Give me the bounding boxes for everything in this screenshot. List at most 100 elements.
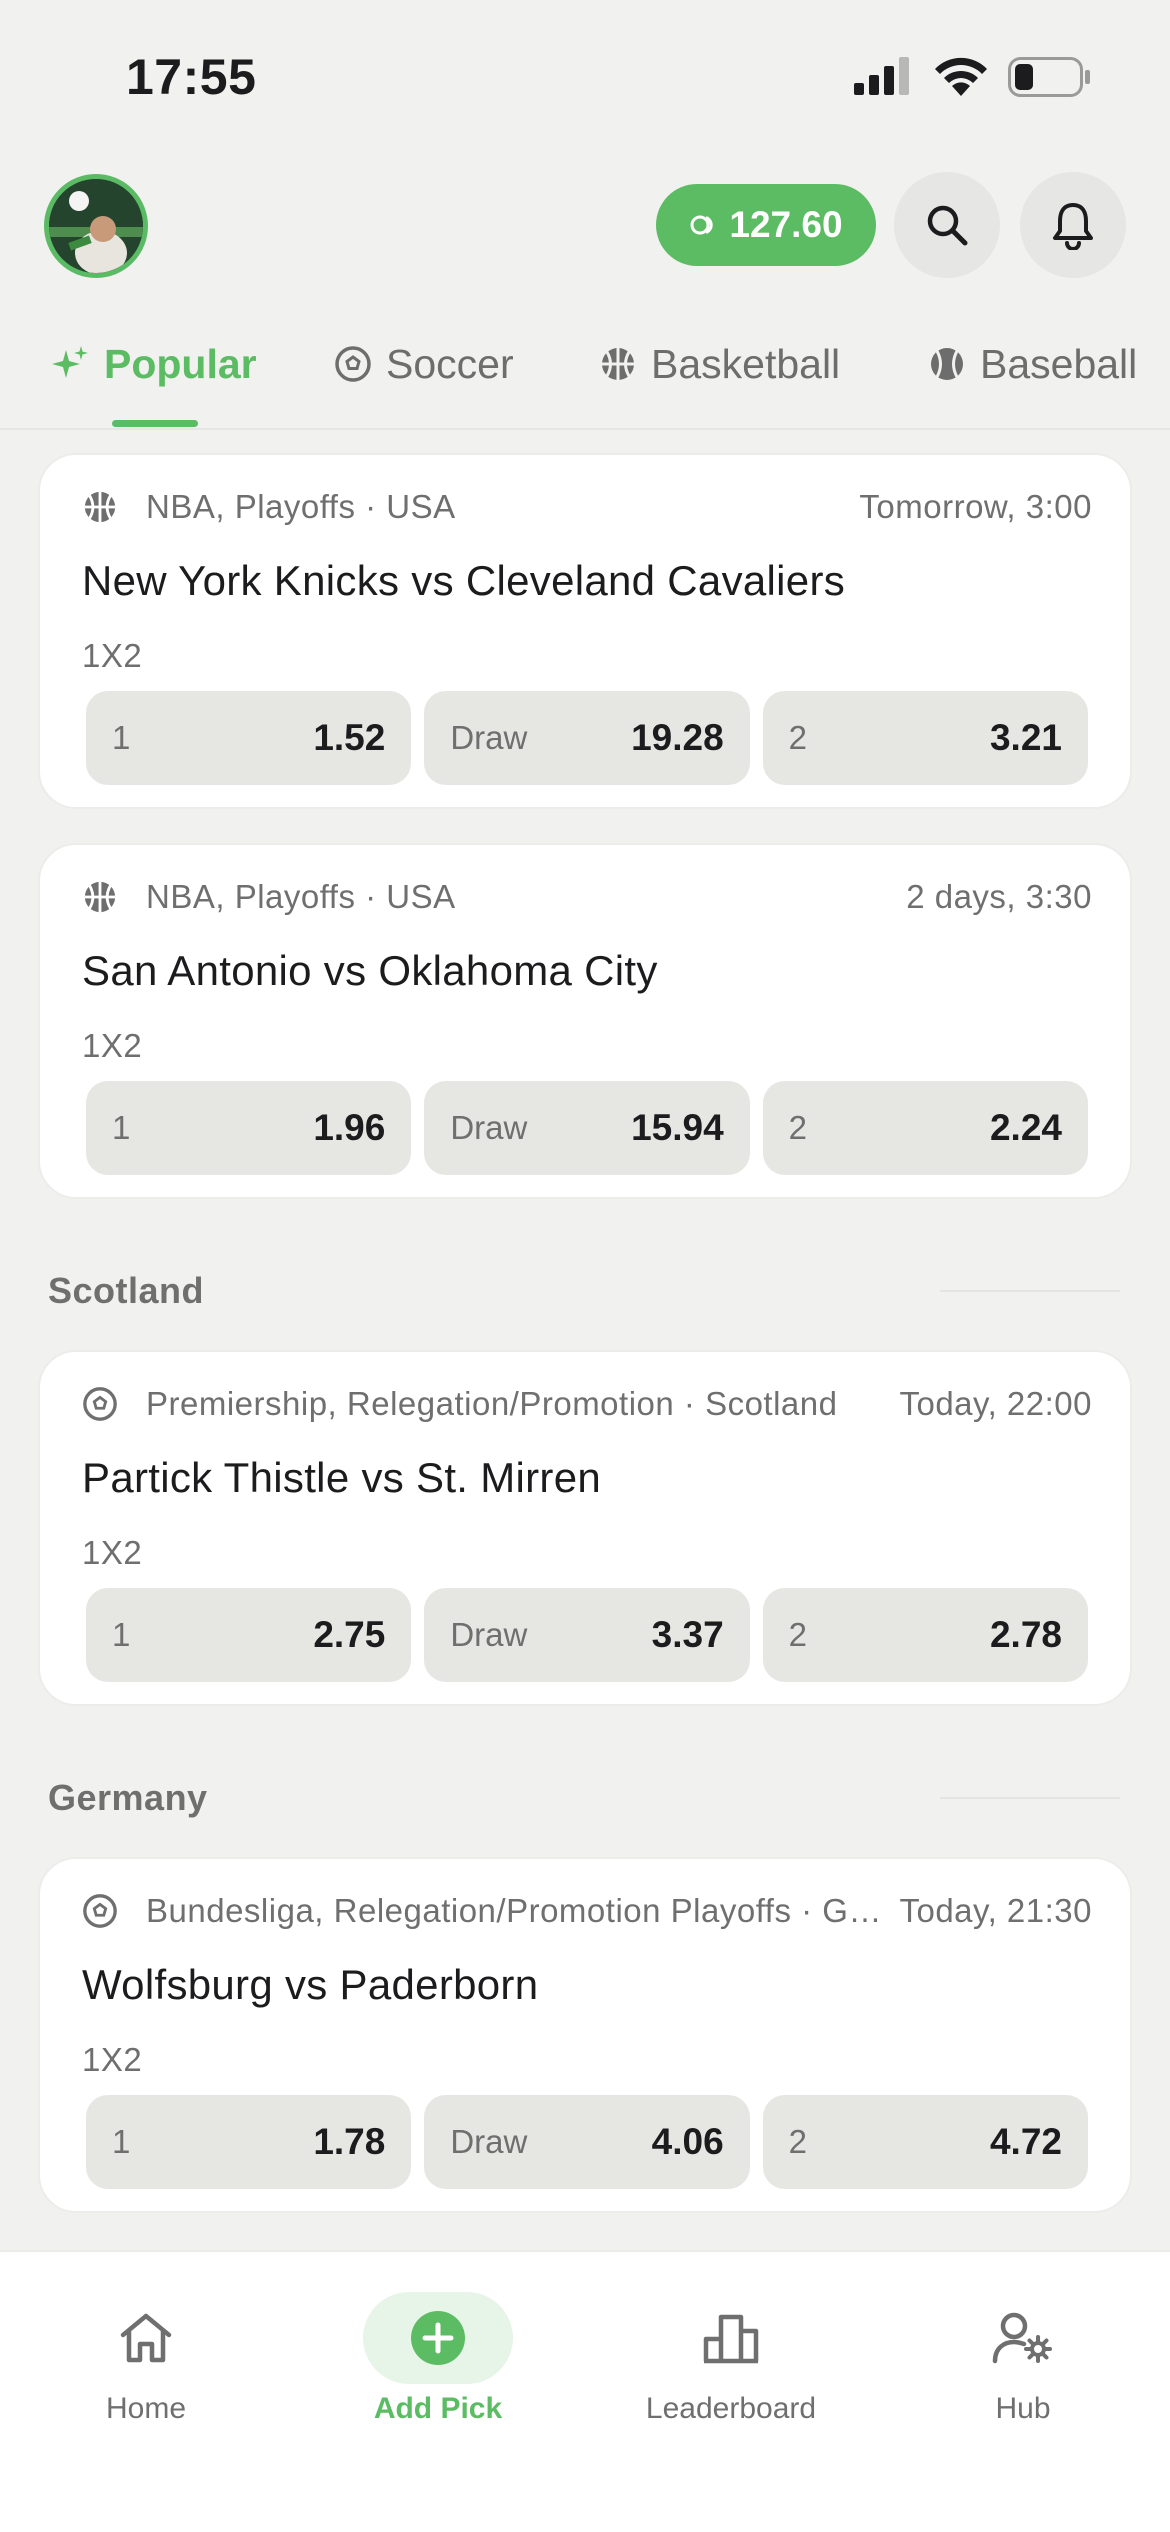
nav-hub[interactable]: Hub [877, 2252, 1169, 2432]
odds-button-home[interactable]: 1 2.75 [86, 1588, 412, 1682]
match-time: 2 days, 3:30 [906, 878, 1092, 915]
odds-label: 1 [112, 2123, 131, 2160]
league-name: NBA, Playoffs · USA [146, 878, 456, 915]
odds-value: 1.52 [313, 717, 386, 758]
baseball-icon [931, 348, 963, 380]
nav-add-pick[interactable]: Add Pick [292, 2252, 584, 2432]
user-settings-icon [992, 2312, 1052, 2364]
match-card[interactable]: Bundesliga, Relegation/Promotion Playoff… [38, 1857, 1132, 2213]
odds-label: 2 [788, 1109, 808, 1146]
odds-label: 2 [788, 2123, 808, 2160]
nav-label: Add Pick [373, 2392, 503, 2425]
notifications-button[interactable] [1020, 172, 1126, 278]
add-circle-icon [411, 2311, 465, 2365]
match-title: New York Knicks vs Cleveland Cavaliers [82, 557, 846, 604]
match-card[interactable]: NBA, Playoffs · USA Tomorrow, 3:00 New Y… [38, 453, 1132, 809]
league-name: Premiership, Relegation/Promotion · Scot… [146, 1385, 838, 1422]
nav-icon-wrap [656, 2292, 806, 2384]
bell-icon [1053, 203, 1093, 250]
odds-label: Draw [450, 2123, 528, 2160]
home-icon [120, 2313, 172, 2363]
odds-button-draw[interactable]: Draw 4.06 [424, 2095, 750, 2189]
soccer-ball-icon [83, 1894, 117, 1928]
odds-row: 1 1.78 Draw 4.06 2 4.72 [86, 2095, 1088, 2189]
section-title: Scotland [48, 1270, 205, 1311]
odds-label: Draw [450, 1616, 528, 1653]
status-time: 17:55 [126, 49, 257, 105]
search-button[interactable] [894, 172, 1000, 278]
odds-row: 1 1.96 Draw 15.94 2 2.24 [86, 1081, 1088, 1175]
nav-label: Home [105, 2392, 187, 2425]
tab-baseball[interactable]: Baseball [928, 334, 1137, 394]
odds-value: 1.78 [313, 2121, 386, 2162]
match-title: San Antonio vs Oklahoma City [82, 947, 658, 994]
odds-button-away[interactable]: 2 2.78 [762, 1588, 1088, 1682]
tab-label: Baseball [980, 340, 1138, 387]
nav-icon-wrap [363, 2292, 513, 2384]
odds-button-draw[interactable]: Draw 15.94 [424, 1081, 750, 1175]
match-title: Partick Thistle vs St. Mirren [82, 1454, 602, 1501]
odds-value: 1.96 [313, 1107, 386, 1148]
match-meta: NBA, Playoffs · USA 2 days, 3:30 [82, 875, 1092, 919]
match-time: Today, 22:00 [899, 1385, 1092, 1422]
odds-row: 1 1.52 Draw 19.28 2 3.21 [86, 691, 1088, 785]
nav-label: Leaderboard [645, 2392, 817, 2425]
odds-button-home[interactable]: 1 1.78 [86, 2095, 412, 2189]
match-meta: Premiership, Relegation/Promotion · Scot… [82, 1382, 1092, 1426]
odds-value: 4.72 [989, 2121, 1062, 2162]
odds-label: 1 [112, 719, 131, 756]
match-card[interactable]: NBA, Playoffs · USA 2 days, 3:30 San Ant… [38, 843, 1132, 1199]
tab-soccer[interactable]: Soccer [334, 334, 514, 394]
odds-button-home[interactable]: 1 1.52 [86, 691, 412, 785]
divider [940, 1797, 1120, 1799]
leaderboard-icon [703, 2314, 759, 2364]
odds-button-away[interactable]: 2 4.72 [762, 2095, 1088, 2189]
match-title: Wolfsburg vs Paderborn [82, 1961, 539, 2008]
odds-value: 19.28 [631, 717, 724, 758]
search-icon [927, 205, 968, 246]
nav-icon-wrap [71, 2292, 221, 2384]
tab-popular[interactable]: Popular [50, 334, 257, 394]
league-name: NBA, Playoffs · USA [146, 488, 456, 525]
league-name: Bundesliga, Relegation/Promotion Playoff… [146, 1892, 900, 1929]
odds-label: 2 [788, 719, 808, 756]
tab-label: Popular [104, 340, 257, 387]
wifi-icon [935, 57, 987, 96]
soccer-ball-icon [83, 1387, 117, 1421]
odds-row: 1 2.75 Draw 3.37 2 2.78 [86, 1588, 1088, 1682]
odds-button-away[interactable]: 2 3.21 [762, 691, 1088, 785]
divider [940, 1290, 1120, 1292]
sport-tabs: Popular Soccer Basketball Baseball [0, 300, 1170, 430]
odds-value: 3.21 [989, 717, 1062, 758]
odds-value: 15.94 [631, 1107, 724, 1148]
odds-button-away[interactable]: 2 2.24 [762, 1081, 1088, 1175]
odds-value: 3.37 [651, 1614, 724, 1655]
odds-button-draw[interactable]: Draw 19.28 [424, 691, 750, 785]
section-title: Germany [48, 1777, 208, 1818]
nav-home[interactable]: Home [0, 2252, 292, 2432]
odds-value: 4.06 [651, 2121, 724, 2162]
market-label: 1X2 [82, 1027, 143, 1064]
odds-button-draw[interactable]: Draw 3.37 [424, 1588, 750, 1682]
match-card[interactable]: Premiership, Relegation/Promotion · Scot… [38, 1350, 1132, 1706]
balance-amount: 127.60 [729, 204, 843, 245]
odds-value: 2.75 [313, 1614, 386, 1655]
basketball-icon [84, 881, 116, 913]
market-label: 1X2 [82, 1534, 143, 1571]
match-meta: Bundesliga, Relegation/Promotion Playoff… [82, 1889, 1092, 1933]
avatar[interactable] [44, 174, 148, 278]
tab-basketball[interactable]: Basketball [599, 334, 840, 394]
match-time: Tomorrow, 3:00 [859, 488, 1092, 525]
nav-icon-wrap [948, 2292, 1098, 2384]
balance-button[interactable]: 127.60 [656, 184, 876, 266]
odds-button-home[interactable]: 1 1.96 [86, 1081, 412, 1175]
tab-label: Soccer [386, 340, 514, 387]
odds-label: Draw [450, 1109, 528, 1146]
match-time: Today, 21:30 [899, 1892, 1092, 1929]
nav-leaderboard[interactable]: Leaderboard [585, 2252, 877, 2432]
soccer-ball-icon [335, 346, 371, 382]
nav-label: Hub [995, 2392, 1051, 2425]
odds-label: Draw [450, 719, 528, 756]
market-label: 1X2 [82, 637, 143, 674]
odds-value: 2.78 [989, 1614, 1062, 1655]
